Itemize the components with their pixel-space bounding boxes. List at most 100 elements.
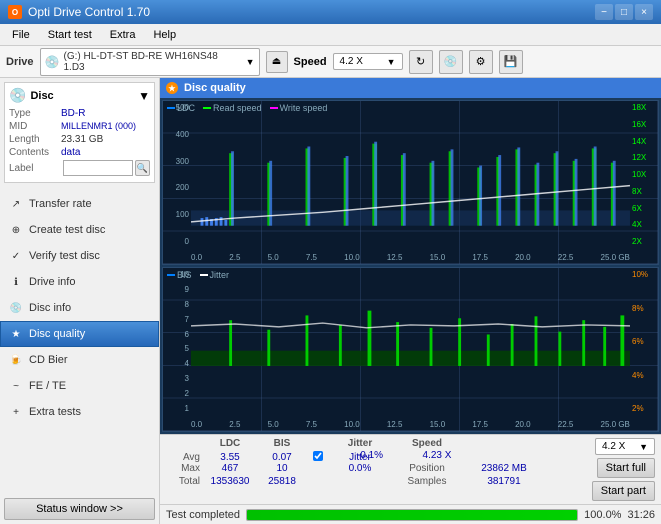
minimize-button[interactable]: − — [595, 4, 613, 20]
max-bis: 10 — [256, 463, 308, 474]
disc-button[interactable]: 💿 — [439, 50, 463, 74]
charts-container: LDC Read speed Write speed 500 400 30 — [160, 98, 661, 434]
jitter-checkbox[interactable] — [313, 451, 323, 461]
speed-select[interactable]: 4.2 X ▼ — [333, 53, 403, 70]
chart-header: ★ Disc quality — [160, 78, 661, 98]
app-title: Opti Drive Control 1.70 — [28, 5, 150, 19]
sidebar-item-disc-quality[interactable]: ★ Disc quality — [0, 321, 159, 347]
disc-menu-icon[interactable]: ▼ — [138, 89, 150, 103]
menu-file[interactable]: File — [4, 27, 38, 43]
refresh-button[interactable]: ↻ — [409, 50, 433, 74]
label-button[interactable]: 🔍 — [135, 160, 150, 176]
disc-label-row: Label 🔍 — [9, 160, 150, 176]
avg-label: Avg — [166, 452, 204, 463]
eject-button[interactable]: ⏏ — [266, 51, 288, 73]
extra-tests-label: Extra tests — [29, 406, 81, 418]
write-dot — [270, 107, 278, 109]
drive-info-label: Drive info — [29, 276, 75, 288]
speed-select-value: 4.2 X — [602, 441, 625, 452]
close-button[interactable]: × — [635, 4, 653, 20]
fe-te-icon: ~ — [9, 379, 23, 393]
ldc-legend: LDC — [167, 103, 195, 113]
status-bar: Test completed 100.0% 31:26 — [160, 504, 661, 524]
disc-type-row: Type BD-R — [9, 108, 150, 119]
settings-button[interactable]: ⚙ — [469, 50, 493, 74]
progress-bar — [246, 509, 578, 521]
sidebar-item-fe-te[interactable]: ~ FE / TE — [0, 373, 159, 399]
max-row: Max 467 10 0.0% Position 23862 MB — [166, 463, 586, 474]
max-label: Max — [166, 463, 204, 474]
menu-extra[interactable]: Extra — [102, 27, 144, 43]
fe-te-label: FE / TE — [29, 380, 66, 392]
jitter-col-header: Jitter — [328, 438, 392, 449]
type-label: Type — [9, 108, 61, 119]
ldc-col-header: LDC — [204, 438, 256, 449]
bottom-chart: BIS Jitter 10 9 8 7 6 5 4 3 — [162, 267, 659, 432]
total-bis: 25818 — [256, 476, 308, 487]
write-speed-label: Write speed — [280, 103, 328, 113]
window-controls: − □ × — [595, 4, 653, 20]
label-label: Label — [9, 163, 61, 174]
chart-title: Disc quality — [184, 82, 246, 94]
start-part-button[interactable]: Start part — [592, 481, 655, 501]
maximize-button[interactable]: □ — [615, 4, 633, 20]
type-value: BD-R — [61, 108, 85, 119]
bis-col-header: BIS — [256, 438, 308, 449]
status-window-button[interactable]: Status window >> — [4, 498, 155, 520]
drive-info-icon: ℹ — [9, 275, 23, 289]
progress-fill — [247, 510, 577, 520]
menu-help[interactable]: Help — [145, 27, 184, 43]
menu-start-test[interactable]: Start test — [40, 27, 100, 43]
drive-select[interactable]: 💿 (G:) HL-DT-ST BD-RE WH16NS48 1.D3 ▼ — [40, 48, 260, 76]
speed-select-stats[interactable]: 4.2 X ▼ — [595, 438, 655, 455]
sidebar-item-extra-tests[interactable]: + Extra tests — [0, 399, 159, 425]
disc-panel-header: 💿 Disc ▼ — [9, 87, 150, 104]
disc-info-label: Disc info — [29, 302, 71, 314]
max-ldc: 467 — [204, 463, 256, 474]
cd-bier-label: CD Bier — [29, 354, 68, 366]
disc-quality-label: Disc quality — [29, 328, 85, 340]
top-chart-svg — [191, 115, 630, 230]
total-label: Total — [166, 476, 204, 487]
sidebar-item-disc-info[interactable]: 💿 Disc info — [0, 295, 159, 321]
create-test-disc-label: Create test disc — [29, 224, 105, 236]
disc-quality-header-icon: ★ — [166, 82, 178, 94]
verify-test-disc-icon: ✓ — [9, 249, 23, 263]
progress-percentage: 100.0% — [584, 509, 621, 521]
disc-contents-row: Contents data — [9, 147, 150, 158]
sidebar-item-drive-info[interactable]: ℹ Drive info — [0, 269, 159, 295]
sidebar-item-cd-bier[interactable]: 🍺 CD Bier — [0, 347, 159, 373]
titlebar-left: O Opti Drive Control 1.70 — [8, 5, 150, 19]
save-button[interactable]: 💾 — [499, 50, 523, 74]
total-row: Total 1353630 25818 Samples 381791 — [166, 476, 586, 487]
total-ldc: 1353630 — [204, 476, 256, 487]
verify-test-disc-label: Verify test disc — [29, 250, 100, 262]
sidebar-item-create-test-disc[interactable]: ⊕ Create test disc — [0, 217, 159, 243]
disc-info-icon: 💿 — [9, 301, 23, 315]
label-input[interactable] — [63, 160, 133, 176]
jitter-legend: Jitter — [200, 270, 230, 280]
stats-header-row: LDC BIS Jitter Speed — [166, 438, 586, 449]
toolbar: Drive 💿 (G:) HL-DT-ST BD-RE WH16NS48 1.D… — [0, 46, 661, 78]
disc-quality-icon: ★ — [9, 327, 23, 341]
bottom-x-axis: 0.0 2.5 5.0 7.5 10.0 12.5 15.0 17.5 20.0… — [191, 417, 630, 431]
bis-label: BIS — [177, 270, 192, 280]
app-icon: O — [8, 5, 22, 19]
transfer-rate-label: Transfer rate — [29, 198, 92, 210]
samples-value: 381791 — [462, 476, 546, 487]
ldc-dot — [167, 107, 175, 109]
top-y-axis-left: 500 400 300 200 100 0 — [163, 101, 191, 248]
length-value: 23.31 GB — [61, 134, 103, 145]
disc-mid-row: MID MILLENMR1 (000) — [9, 121, 150, 132]
samples-label: Samples — [392, 476, 462, 487]
sidebar-item-transfer-rate[interactable]: ↗ Transfer rate — [0, 191, 159, 217]
titlebar: O Opti Drive Control 1.70 − □ × — [0, 0, 661, 24]
start-full-button[interactable]: Start full — [597, 458, 655, 478]
menubar: File Start test Extra Help — [0, 24, 661, 46]
disc-panel: 💿 Disc ▼ Type BD-R MID MILLENMR1 (000) L… — [4, 82, 155, 183]
avg-bis: 0.07 — [256, 452, 308, 463]
right-controls: 4.2 X ▼ Start full Start part — [592, 438, 655, 501]
top-y-axis-right: 18X 16X 14X 12X 10X 8X 6X 4X 2X — [630, 101, 658, 248]
sidebar-item-verify-test-disc[interactable]: ✓ Verify test disc — [0, 243, 159, 269]
bottom-legend: BIS Jitter — [167, 270, 229, 280]
